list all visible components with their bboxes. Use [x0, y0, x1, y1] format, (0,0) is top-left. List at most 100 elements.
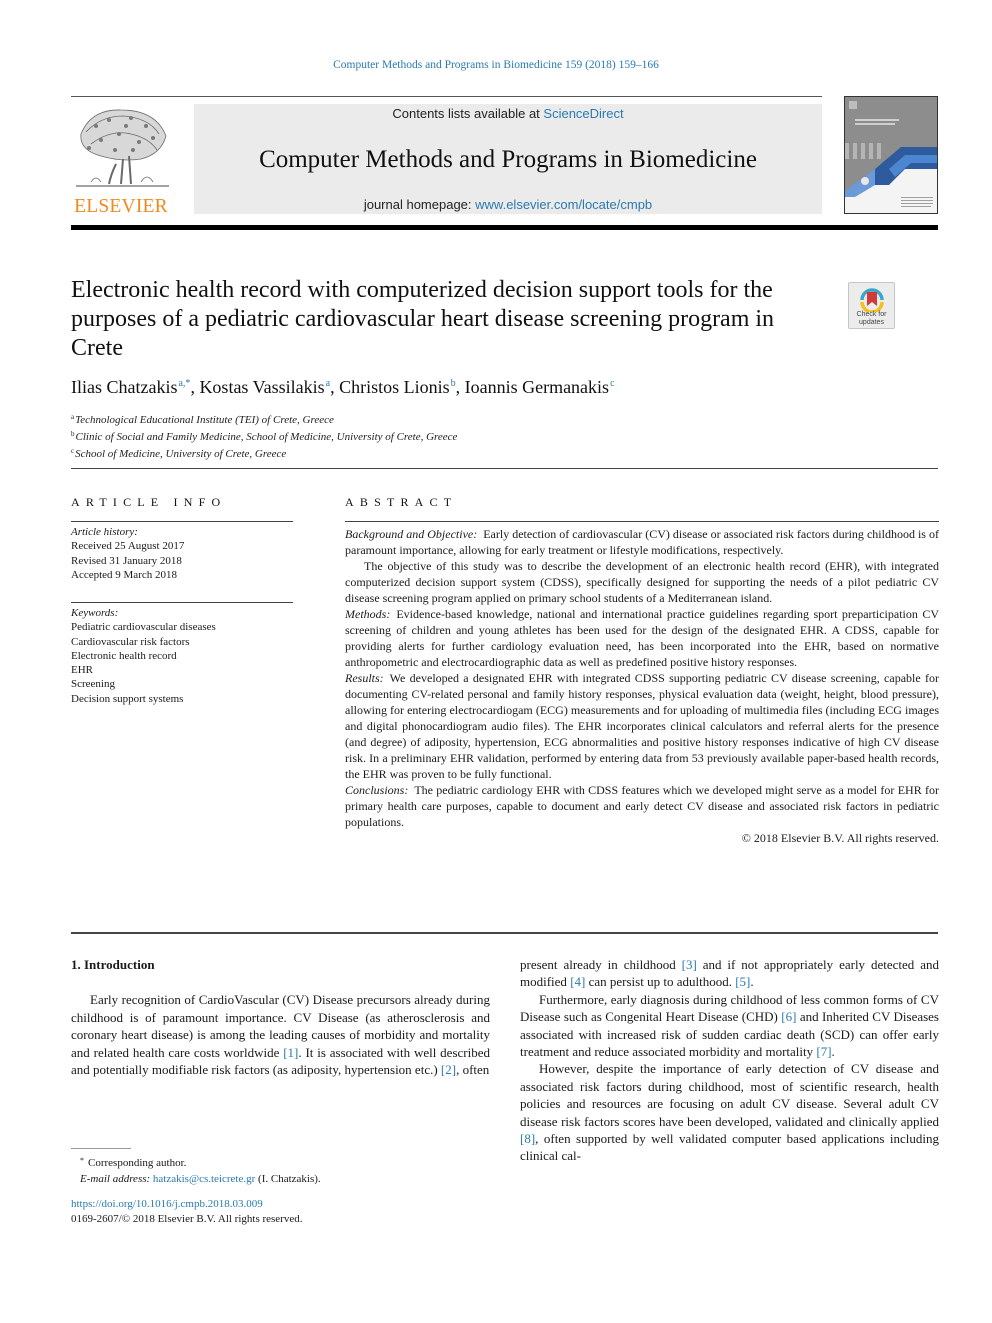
elsevier-logo[interactable]: ELSEVIER	[71, 104, 171, 217]
methods-text: Evidence-based knowledge, national and i…	[345, 607, 939, 669]
article-title: Electronic health record with computeriz…	[71, 277, 775, 361]
article-info-rule	[71, 521, 293, 522]
contents-prefix: Contents lists available at	[392, 106, 544, 121]
header-thick-rule	[71, 225, 938, 230]
journal-homepage-link[interactable]: www.elsevier.com/locate/cmpb	[475, 197, 652, 212]
abstract-objective: The objective of this study was to descr…	[345, 559, 939, 605]
keyword-item[interactable]: Cardiovascular risk factors	[71, 635, 293, 649]
citation-link[interactable]: [3]	[682, 957, 697, 972]
citation-link[interactable]: [8]	[520, 1131, 535, 1146]
body-text: , often	[456, 1062, 490, 1078]
doi-block: https://doi.org/10.1016/j.cmpb.2018.03.0…	[71, 1197, 303, 1227]
affiliation-text: Technological Educational Institute (TEI…	[75, 414, 334, 426]
elsevier-wordmark: ELSEVIER	[74, 196, 168, 217]
abstract-end-divider	[71, 932, 938, 934]
body-text: present already in childhood	[520, 957, 682, 972]
crossmark-line1: Check for	[856, 311, 887, 318]
issn-copyright: 0169-2607/© 2018 Elsevier B.V. All right…	[71, 1213, 303, 1225]
conclusions-label: Conclusions:	[345, 783, 409, 797]
body-column-right: present already in childhood [3] and if …	[520, 956, 939, 1165]
results-text: We developed a designated EHR with integ…	[345, 671, 939, 781]
affiliation-key: a	[71, 413, 75, 421]
running-head[interactable]: Computer Methods and Programs in Biomedi…	[0, 59, 992, 71]
affiliation: aTechnological Educational Institute (TE…	[71, 410, 457, 427]
citation-link[interactable]: [1]	[283, 1045, 298, 1060]
article-history-label: Article history:	[71, 526, 138, 538]
body-text: , often supported by well validated comp…	[520, 1131, 939, 1164]
keyword-item[interactable]: Electronic health record	[71, 649, 293, 663]
email-link[interactable]: hatzakis@cs.teicrete.gr	[153, 1173, 255, 1185]
doi-link[interactable]: https://doi.org/10.1016/j.cmpb.2018.03.0…	[71, 1198, 263, 1210]
footnote-rule	[71, 1148, 131, 1149]
keywords-rule	[71, 602, 293, 603]
keyword-item[interactable]: EHR	[71, 663, 293, 677]
abstract-background: Background and Objective: Early detection…	[345, 526, 939, 558]
author[interactable]: Ioannis Germanakisc	[465, 377, 615, 397]
contents-line: Contents lists available at ScienceDirec…	[194, 106, 822, 121]
conclusions-text: The pediatric cardiology EHR with CDSS f…	[345, 783, 939, 829]
body-paragraph: Early recognition of CardioVascular (CV)…	[71, 991, 490, 1078]
elsevier-tree-icon	[76, 109, 169, 187]
author-affiliation-marker[interactable]: c	[610, 378, 614, 389]
abstract-rule	[345, 521, 939, 522]
email-label: E-mail address:	[80, 1173, 151, 1185]
header-rule	[71, 96, 822, 97]
keywords: Keywords: Pediatric cardiovascular disea…	[71, 606, 293, 706]
history-item: Received 25 August 2017	[71, 540, 185, 553]
abstract-copyright: © 2018 Elsevier B.V. All rights reserved…	[741, 831, 939, 845]
affiliation: cSchool of Medicine, University of Crete…	[71, 444, 457, 461]
keyword-item[interactable]: Decision support systems	[71, 692, 293, 706]
journal-cover-thumbnail[interactable]	[844, 96, 938, 214]
homepage-line: journal homepage: www.elsevier.com/locat…	[194, 197, 822, 212]
author-name[interactable]: Kostas Vassilakis	[199, 377, 324, 397]
keyword-item[interactable]: Screening	[71, 677, 293, 691]
author-name[interactable]: Christos Lionis	[339, 377, 450, 397]
citation-link[interactable]: [5]	[735, 974, 750, 989]
citation-link[interactable]: [2]	[441, 1062, 456, 1077]
body-column-left: 1. Introduction Early recognition of Car…	[71, 956, 490, 1078]
body-text: can persist up to adulthood.	[585, 974, 736, 990]
author-separator: ,	[455, 377, 465, 397]
sciencedirect-link[interactable]: ScienceDirect	[543, 106, 623, 121]
email-suffix: (I. Chatzakis).	[255, 1173, 321, 1185]
citation-link[interactable]: [6]	[781, 1009, 796, 1024]
corresponding-text: Corresponding author.	[88, 1157, 187, 1169]
background-label: Background and Objective:	[345, 527, 478, 541]
crossmark-label: Check for updates	[849, 311, 894, 327]
keywords-label: Keywords:	[71, 607, 119, 619]
body-paragraph: However, despite the importance of early…	[520, 1060, 939, 1164]
author-affiliation-marker[interactable]: a,*	[178, 378, 190, 389]
body-text: .	[750, 974, 754, 990]
article-info-heading: ARTICLE INFO	[71, 495, 227, 509]
results-label: Results:	[345, 671, 384, 685]
author[interactable]: Ilias Chatzakisa,*,	[71, 377, 199, 397]
body-text: However, despite the importance of early…	[520, 1061, 939, 1129]
author[interactable]: Kostas Vassilakisa,	[199, 377, 339, 397]
homepage-prefix: journal homepage:	[363, 197, 476, 212]
affiliation-text: Clinic of Social and Family Medicine, Sc…	[75, 431, 458, 444]
citation-link[interactable]: [4]	[570, 974, 585, 989]
keyword-item[interactable]: Pediatric cardiovascular diseases	[71, 620, 293, 634]
abstract-body: Background and Objective: Early detection…	[345, 526, 939, 846]
author-name[interactable]: Ilias Chatzakis	[71, 377, 177, 397]
affiliation: bClinic of Social and Family Medicine, S…	[71, 427, 457, 444]
body-paragraph: present already in childhood [3] and if …	[520, 956, 939, 991]
author-list: Ilias Chatzakisa,*, Kostas Vassilakisa, …	[71, 377, 615, 398]
journal-masthead: Contents lists available at ScienceDirec…	[194, 104, 822, 214]
author-name[interactable]: Ioannis Germanakis	[465, 377, 609, 397]
crossmark-line2: updates	[859, 319, 884, 326]
section-heading-introduction: 1. Introduction	[71, 957, 155, 972]
journal-cover-image	[845, 97, 937, 213]
abstract-results: Results: We developed a designated EHR wi…	[345, 670, 939, 782]
author-separator: ,	[330, 377, 340, 397]
body-text: .	[831, 1044, 835, 1060]
corresponding-author-note: * Corresponding author.	[80, 1153, 321, 1171]
citation-link[interactable]: [7]	[816, 1044, 831, 1059]
body-paragraph: Furthermore, early diagnosis during chil…	[520, 991, 939, 1061]
author[interactable]: Christos Lionisb,	[339, 377, 465, 397]
article-history: Article history: Received 25 August 2017…	[71, 525, 293, 582]
footnote-mark: *	[80, 1156, 84, 1165]
section-divider	[71, 468, 938, 469]
check-for-updates-button[interactable]: Check for updates	[848, 282, 895, 329]
email-note: E-mail address: hatzakis@cs.teicrete.gr …	[80, 1171, 321, 1187]
